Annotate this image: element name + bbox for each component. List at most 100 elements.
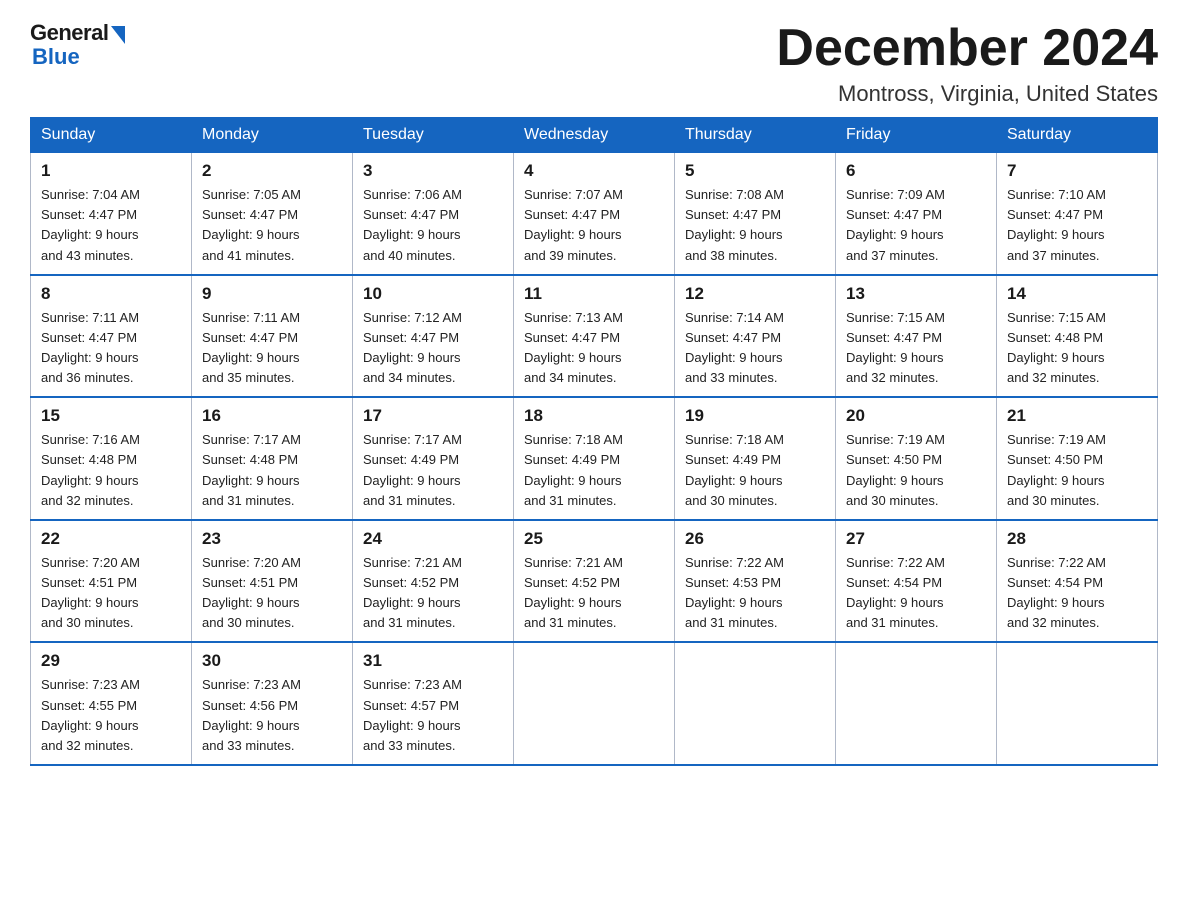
week-row: 15 Sunrise: 7:16 AMSunset: 4:48 PMDayligh… (31, 397, 1158, 520)
day-number: 6 (846, 161, 986, 181)
day-info: Sunrise: 7:23 AMSunset: 4:55 PMDaylight:… (41, 675, 181, 756)
logo-arrow-icon (111, 26, 125, 44)
day-info: Sunrise: 7:17 AMSunset: 4:48 PMDaylight:… (202, 430, 342, 511)
calendar-cell: 4 Sunrise: 7:07 AMSunset: 4:47 PMDaylight… (514, 153, 675, 275)
day-info: Sunrise: 7:22 AMSunset: 4:53 PMDaylight:… (685, 553, 825, 634)
day-info: Sunrise: 7:09 AMSunset: 4:47 PMDaylight:… (846, 185, 986, 266)
day-number: 16 (202, 406, 342, 426)
day-number: 8 (41, 284, 181, 304)
calendar-cell: 6 Sunrise: 7:09 AMSunset: 4:47 PMDaylight… (836, 153, 997, 275)
calendar-cell: 2 Sunrise: 7:05 AMSunset: 4:47 PMDaylight… (192, 153, 353, 275)
calendar-cell: 13Sunrise: 7:15 AMSunset: 4:47 PMDayligh… (836, 275, 997, 398)
calendar-cell: 7Sunrise: 7:10 AMSunset: 4:47 PMDaylight… (997, 153, 1158, 275)
calendar-cell: 22Sunrise: 7:20 AMSunset: 4:51 PMDayligh… (31, 520, 192, 643)
days-header-row: SundayMondayTuesdayWednesdayThursdayFrid… (31, 118, 1158, 153)
calendar-cell: 29 Sunrise: 7:23 AMSunset: 4:55 PMDayligh… (31, 642, 192, 765)
day-number: 23 (202, 529, 342, 549)
calendar-cell: 15 Sunrise: 7:16 AMSunset: 4:48 PMDayligh… (31, 397, 192, 520)
day-of-week-header: Wednesday (514, 118, 675, 153)
day-number: 2 (202, 161, 342, 181)
calendar-cell: 31 Sunrise: 7:23 AMSunset: 4:57 PMDayligh… (353, 642, 514, 765)
day-number: 24 (363, 529, 503, 549)
day-info: Sunrise: 7:19 AMSunset: 4:50 PMDaylight:… (846, 430, 986, 511)
calendar-cell (836, 642, 997, 765)
calendar-cell: 5 Sunrise: 7:08 AMSunset: 4:47 PMDaylight… (675, 153, 836, 275)
day-info: Sunrise: 7:11 AMSunset: 4:47 PMDaylight:… (202, 308, 342, 389)
calendar-cell: 9 Sunrise: 7:11 AMSunset: 4:47 PMDaylight… (192, 275, 353, 398)
logo-blue-text: Blue (32, 44, 80, 70)
calendar-cell: 25Sunrise: 7:21 AMSunset: 4:52 PMDayligh… (514, 520, 675, 643)
calendar-cell: 16 Sunrise: 7:17 AMSunset: 4:48 PMDayligh… (192, 397, 353, 520)
calendar-cell: 28 Sunrise: 7:22 AMSunset: 4:54 PMDayligh… (997, 520, 1158, 643)
day-of-week-header: Thursday (675, 118, 836, 153)
day-info: Sunrise: 7:22 AMSunset: 4:54 PMDaylight:… (1007, 553, 1147, 634)
day-info: Sunrise: 7:16 AMSunset: 4:48 PMDaylight:… (41, 430, 181, 511)
logo: General Blue (30, 20, 125, 70)
day-info: Sunrise: 7:13 AMSunset: 4:47 PMDaylight:… (524, 308, 664, 389)
day-of-week-header: Saturday (997, 118, 1158, 153)
day-number: 20 (846, 406, 986, 426)
day-number: 11 (524, 284, 664, 304)
calendar-title: December 2024 (776, 20, 1158, 77)
day-info: Sunrise: 7:23 AMSunset: 4:57 PMDaylight:… (363, 675, 503, 756)
week-row: 8 Sunrise: 7:11 AMSunset: 4:47 PMDaylight… (31, 275, 1158, 398)
day-info: Sunrise: 7:18 AMSunset: 4:49 PMDaylight:… (524, 430, 664, 511)
calendar-cell: 1Sunrise: 7:04 AMSunset: 4:47 PMDaylight… (31, 153, 192, 275)
calendar-cell: 19 Sunrise: 7:18 AMSunset: 4:49 PMDayligh… (675, 397, 836, 520)
day-info: Sunrise: 7:05 AMSunset: 4:47 PMDaylight:… (202, 185, 342, 266)
day-number: 13 (846, 284, 986, 304)
day-info: Sunrise: 7:10 AMSunset: 4:47 PMDaylight:… (1007, 185, 1147, 266)
calendar-subtitle: Montross, Virginia, United States (776, 81, 1158, 107)
calendar-table: SundayMondayTuesdayWednesdayThursdayFrid… (30, 117, 1158, 766)
day-info: Sunrise: 7:21 AMSunset: 4:52 PMDaylight:… (363, 553, 503, 634)
day-number: 10 (363, 284, 503, 304)
day-info: Sunrise: 7:07 AMSunset: 4:47 PMDaylight:… (524, 185, 664, 266)
day-info: Sunrise: 7:22 AMSunset: 4:54 PMDaylight:… (846, 553, 986, 634)
title-block: December 2024 Montross, Virginia, United… (776, 20, 1158, 107)
calendar-cell: 30 Sunrise: 7:23 AMSunset: 4:56 PMDayligh… (192, 642, 353, 765)
day-info: Sunrise: 7:06 AMSunset: 4:47 PMDaylight:… (363, 185, 503, 266)
calendar-cell: 18 Sunrise: 7:18 AMSunset: 4:49 PMDayligh… (514, 397, 675, 520)
day-number: 25 (524, 529, 664, 549)
calendar-cell: 3Sunrise: 7:06 AMSunset: 4:47 PMDaylight… (353, 153, 514, 275)
day-info: Sunrise: 7:14 AMSunset: 4:47 PMDaylight:… (685, 308, 825, 389)
page-header: General Blue December 2024 Montross, Vir… (30, 20, 1158, 107)
calendar-cell (514, 642, 675, 765)
day-number: 18 (524, 406, 664, 426)
day-info: Sunrise: 7:18 AMSunset: 4:49 PMDaylight:… (685, 430, 825, 511)
day-number: 4 (524, 161, 664, 181)
day-of-week-header: Friday (836, 118, 997, 153)
day-info: Sunrise: 7:12 AMSunset: 4:47 PMDaylight:… (363, 308, 503, 389)
day-number: 19 (685, 406, 825, 426)
day-number: 17 (363, 406, 503, 426)
day-info: Sunrise: 7:17 AMSunset: 4:49 PMDaylight:… (363, 430, 503, 511)
calendar-cell: 21 Sunrise: 7:19 AMSunset: 4:50 PMDayligh… (997, 397, 1158, 520)
calendar-cell: 26Sunrise: 7:22 AMSunset: 4:53 PMDayligh… (675, 520, 836, 643)
calendar-cell: 27 Sunrise: 7:22 AMSunset: 4:54 PMDayligh… (836, 520, 997, 643)
calendar-cell: 20 Sunrise: 7:19 AMSunset: 4:50 PMDayligh… (836, 397, 997, 520)
calendar-cell: 12Sunrise: 7:14 AMSunset: 4:47 PMDayligh… (675, 275, 836, 398)
day-number: 22 (41, 529, 181, 549)
calendar-cell (675, 642, 836, 765)
day-info: Sunrise: 7:15 AMSunset: 4:48 PMDaylight:… (1007, 308, 1147, 389)
calendar-cell: 23Sunrise: 7:20 AMSunset: 4:51 PMDayligh… (192, 520, 353, 643)
day-number: 5 (685, 161, 825, 181)
day-number: 31 (363, 651, 503, 671)
day-info: Sunrise: 7:19 AMSunset: 4:50 PMDaylight:… (1007, 430, 1147, 511)
day-info: Sunrise: 7:08 AMSunset: 4:47 PMDaylight:… (685, 185, 825, 266)
calendar-cell: 11 Sunrise: 7:13 AMSunset: 4:47 PMDayligh… (514, 275, 675, 398)
day-number: 21 (1007, 406, 1147, 426)
day-number: 27 (846, 529, 986, 549)
day-number: 30 (202, 651, 342, 671)
day-info: Sunrise: 7:23 AMSunset: 4:56 PMDaylight:… (202, 675, 342, 756)
day-number: 28 (1007, 529, 1147, 549)
day-number: 1 (41, 161, 181, 181)
day-number: 29 (41, 651, 181, 671)
calendar-cell (997, 642, 1158, 765)
day-number: 15 (41, 406, 181, 426)
day-info: Sunrise: 7:11 AMSunset: 4:47 PMDaylight:… (41, 308, 181, 389)
calendar-cell: 24 Sunrise: 7:21 AMSunset: 4:52 PMDayligh… (353, 520, 514, 643)
calendar-cell: 17 Sunrise: 7:17 AMSunset: 4:49 PMDayligh… (353, 397, 514, 520)
logo-general-text: General (30, 20, 108, 46)
day-number: 9 (202, 284, 342, 304)
